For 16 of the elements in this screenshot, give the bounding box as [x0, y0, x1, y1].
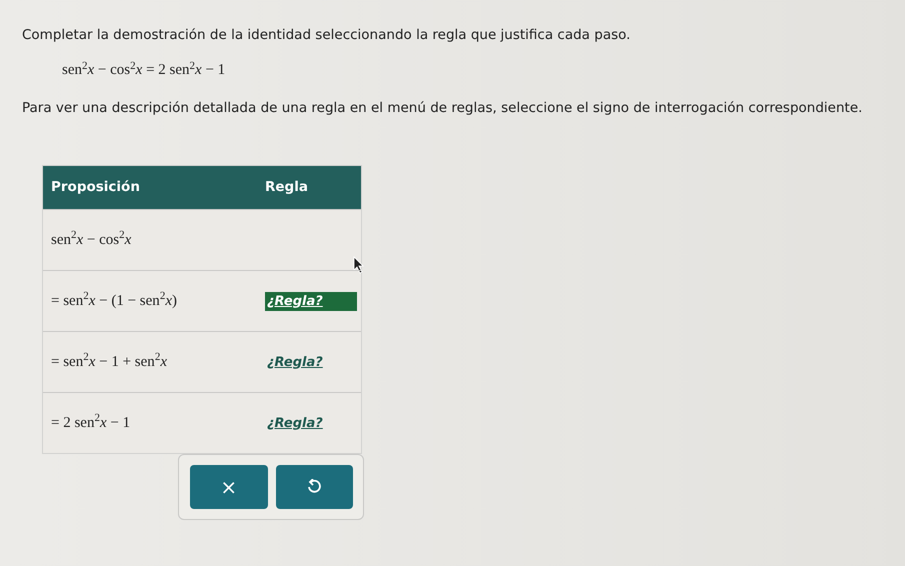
identity-formula: sen$^{2}$x − cos$^{2}$x = 2 sen$^{2}$x − 1 — [62, 59, 226, 80]
statement-text: = sen$^{2}$x − (1 − sen$^{2}$x) — [51, 292, 177, 309]
rule-link[interactable]: ¿Regla? — [265, 292, 357, 312]
column-header: Regla — [265, 178, 308, 198]
column-header: Proposición — [50, 178, 141, 198]
help-text: Para ver una descripción detallada de una regla en el menú de reglas, seleccione el signo de interrogación correspondiente. — [22, 98, 864, 118]
rule-link[interactable]: ¿Regla? — [265, 352, 325, 372]
statement-text: sen$^{2}$x − cos$^{2}$x — [51, 232, 132, 248]
undo-icon — [307, 479, 322, 495]
statement-text: = sen$^{2}$x − 1 + sen$^{2}$x — [51, 354, 167, 370]
undo-button[interactable] — [276, 465, 353, 509]
cursor-icon — [353, 256, 365, 274]
statement-text: = 2 sen$^{2}$x − 1 — [51, 414, 130, 431]
instruction-text: Completar la demostración de la identidad seleccionando la regla que justifica cada paso. — [22, 26, 632, 45]
clear-button[interactable]: × — [190, 465, 268, 509]
rule-link[interactable]: ¿Regla? — [265, 414, 325, 434]
